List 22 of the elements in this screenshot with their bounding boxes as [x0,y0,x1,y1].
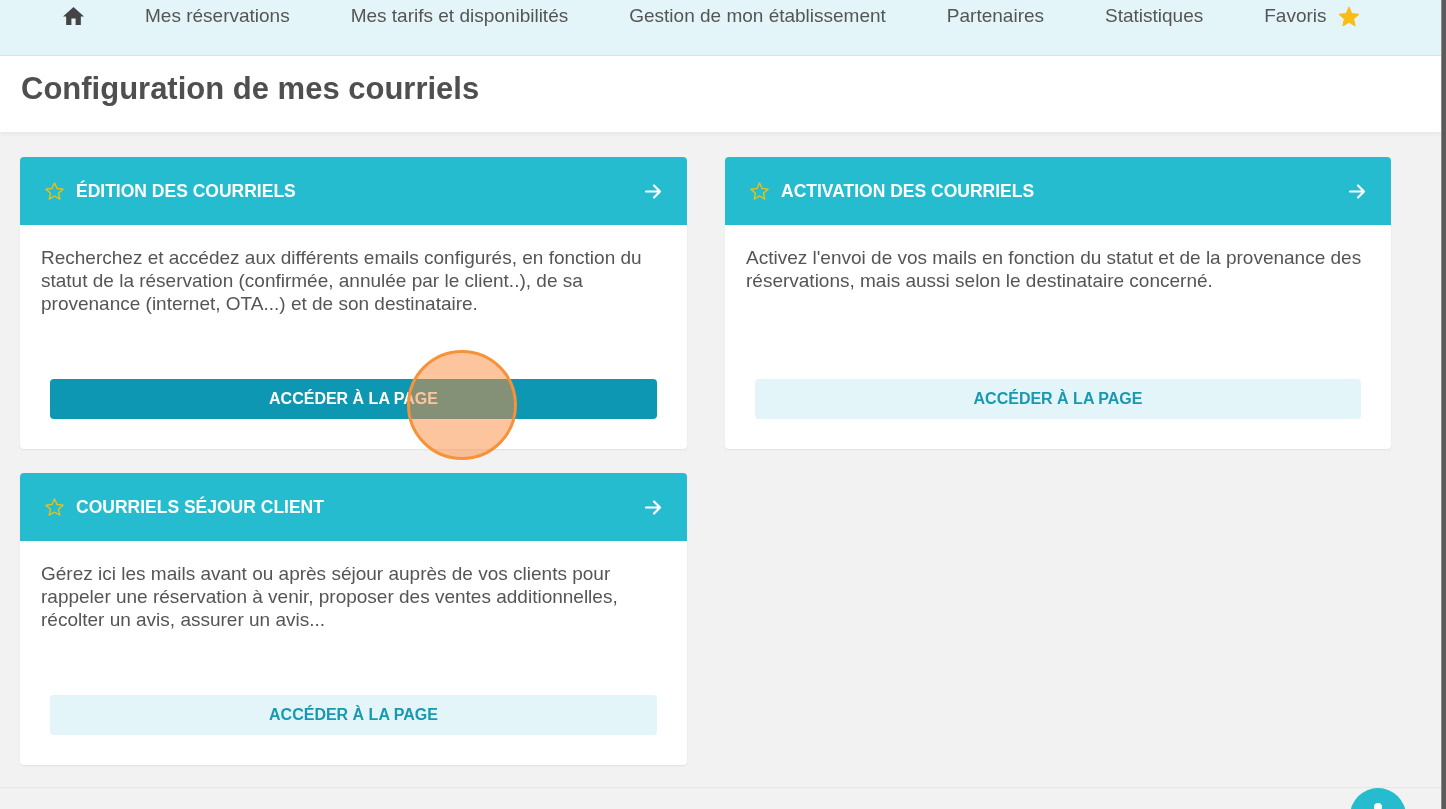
card-description: Gérez ici les mails avant ou après séjour auprès de vos clients pour rappeler une réservation à venir, proposer des ventes additionnelles, récolter un avis, assurer un avis... [41,562,619,632]
star-icon[interactable] [45,182,64,200]
nav-link[interactable]: Mes tarifs et disponibilités [350,5,569,27]
page-title: Configuration de mes courriels [21,71,480,107]
nav-link[interactable]: Statistiques [1105,5,1204,27]
star-icon [1338,6,1359,26]
arrow-icon[interactable] [645,183,662,199]
card-description: Recherchez et accédez aux différents emails configurés, en fonction du statut de la réservation (confirmée, annulée par le client..), de sa provenance (internet, OTA...) et de son destinataire. [41,246,643,316]
star-icon[interactable] [45,498,64,516]
card-title: ACTIVATION DES COURRIELS [781,180,1036,202]
floating-help-button[interactable] [1350,788,1406,809]
star-icon[interactable] [750,182,769,200]
card-title: ÉDITION DES COURRIELS [76,180,297,202]
card-description: Activez l'envoi de vos mails en fonction du statut et de la provenance des réservations, mais aussi selon le destinataire concerné. [746,246,1363,293]
arrow-icon[interactable] [1349,183,1366,199]
nav-link[interactable]: Favoris [1264,5,1327,27]
card-title: COURRIELS SÉJOUR CLIENT [76,496,325,518]
home-icon[interactable] [63,7,84,25]
arrow-icon[interactable] [645,499,662,515]
nav-link[interactable]: Partenaires [946,5,1045,27]
nav-link[interactable]: Mes réservations [145,5,290,27]
nav-link[interactable]: Gestion de mon établissement [629,5,886,27]
